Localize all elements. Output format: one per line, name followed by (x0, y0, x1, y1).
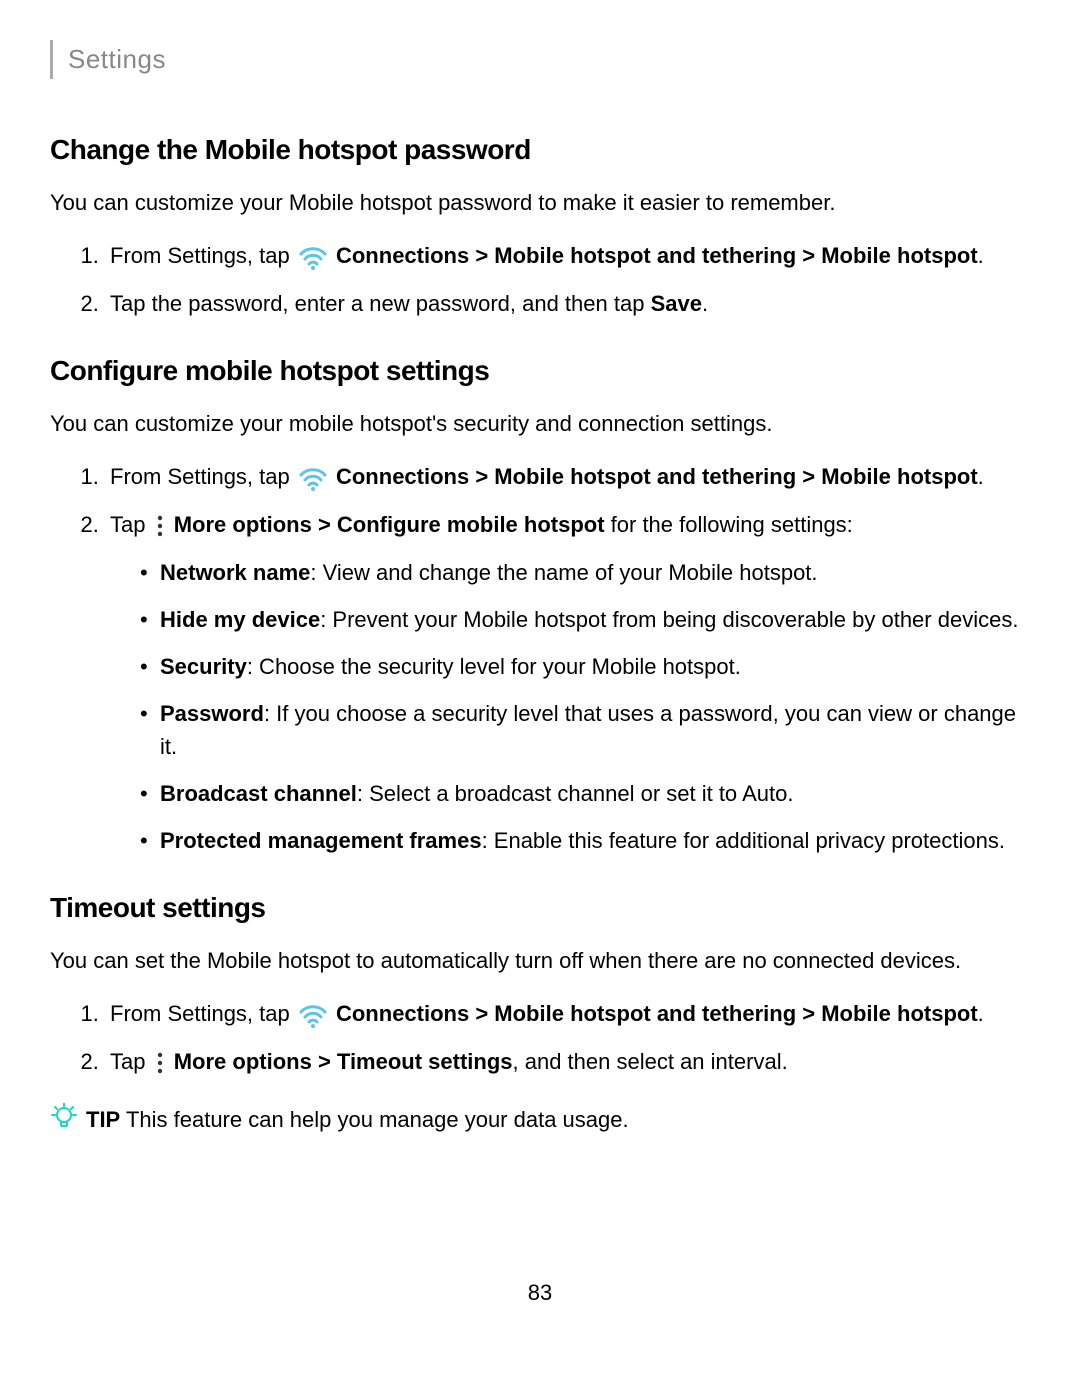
more-options-icon (156, 513, 164, 535)
steps-timeout: From Settings, tap Connections > Mobile … (50, 997, 1030, 1078)
bullet-text: : View and change the name of your Mobil… (310, 560, 817, 585)
step: From Settings, tap Connections > Mobile … (105, 460, 1030, 493)
text: , and then select an interval. (513, 1049, 788, 1074)
configure-label: > Configure mobile hotspot (312, 512, 605, 537)
bullet-label: Hide my device (160, 607, 320, 632)
more-options-icon (156, 1050, 164, 1072)
text: for the following settings: (605, 512, 853, 537)
text: From Settings, tap (110, 464, 296, 489)
text: From Settings, tap (110, 1001, 296, 1026)
text: Tap (110, 512, 152, 537)
connections-label: Connections (336, 243, 469, 268)
bullet-text: : Choose the security level for your Mob… (247, 654, 741, 679)
tip-text: This feature can help you manage your da… (120, 1107, 628, 1132)
list-item: Broadcast channel: Select a broadcast ch… (140, 777, 1030, 810)
text: . (702, 291, 708, 316)
steps-configure: From Settings, tap Connections > Mobile … (50, 460, 1030, 857)
text: Tap the password, enter a new password, … (110, 291, 651, 316)
text: Tap (110, 1049, 152, 1074)
step: Tap More options > Timeout settings, and… (105, 1045, 1030, 1078)
intro-change-password: You can customize your Mobile hotspot pa… (50, 186, 1030, 219)
text: . (978, 243, 984, 268)
text: . (978, 464, 984, 489)
heading-change-password: Change the Mobile hotspot password (50, 129, 1030, 171)
connections-label: Connections (336, 1001, 469, 1026)
intro-configure: You can customize your mobile hotspot's … (50, 407, 1030, 440)
tip-row: TIP This feature can help you manage you… (50, 1103, 1030, 1136)
heading-timeout: Timeout settings (50, 887, 1030, 929)
wifi-icon (298, 465, 328, 491)
step: Tap the password, enter a new password, … (105, 287, 1030, 320)
wifi-icon (298, 1002, 328, 1028)
list-item: Protected management frames: Enable this… (140, 824, 1030, 857)
settings-bullets: Network name: View and change the name o… (110, 556, 1030, 857)
connections-label: Connections (336, 464, 469, 489)
breadcrumb: Settings (50, 40, 1030, 79)
intro-timeout: You can set the Mobile hotspot to automa… (50, 944, 1030, 977)
bullet-label: Security (160, 654, 247, 679)
tip-label: TIP (86, 1107, 120, 1132)
bullet-label: Password (160, 701, 264, 726)
bullet-text: : Prevent your Mobile hotspot from being… (320, 607, 1018, 632)
text: . (978, 1001, 984, 1026)
more-options-label: More options (174, 512, 312, 537)
path-label: > Mobile hotspot and tethering > Mobile … (469, 1001, 977, 1026)
steps-change-password: From Settings, tap Connections > Mobile … (50, 239, 1030, 320)
bullet-label: Protected management frames (160, 828, 482, 853)
step: From Settings, tap Connections > Mobile … (105, 239, 1030, 272)
bullet-text: : Enable this feature for additional pri… (482, 828, 1005, 853)
step: From Settings, tap Connections > Mobile … (105, 997, 1030, 1030)
wifi-icon (298, 244, 328, 270)
list-item: Network name: View and change the name o… (140, 556, 1030, 589)
path-label: > Mobile hotspot and tethering > Mobile … (469, 243, 977, 268)
page-number: 83 (50, 1276, 1030, 1309)
bullet-text: : If you choose a security level that us… (160, 701, 1016, 759)
text: From Settings, tap (110, 243, 296, 268)
bullet-text: : Select a broadcast channel or set it t… (357, 781, 794, 806)
more-options-label: More options (174, 1049, 312, 1074)
list-item: Security: Choose the security level for … (140, 650, 1030, 683)
list-item: Hide my device: Prevent your Mobile hots… (140, 603, 1030, 636)
save-label: Save (651, 291, 702, 316)
timeout-label: > Timeout settings (312, 1049, 513, 1074)
bullet-label: Network name (160, 560, 310, 585)
lightbulb-icon (50, 1103, 78, 1131)
heading-configure: Configure mobile hotspot settings (50, 350, 1030, 392)
bullet-label: Broadcast channel (160, 781, 357, 806)
path-label: > Mobile hotspot and tethering > Mobile … (469, 464, 977, 489)
list-item: Password: If you choose a security level… (140, 697, 1030, 763)
step: Tap More options > Configure mobile hots… (105, 508, 1030, 857)
